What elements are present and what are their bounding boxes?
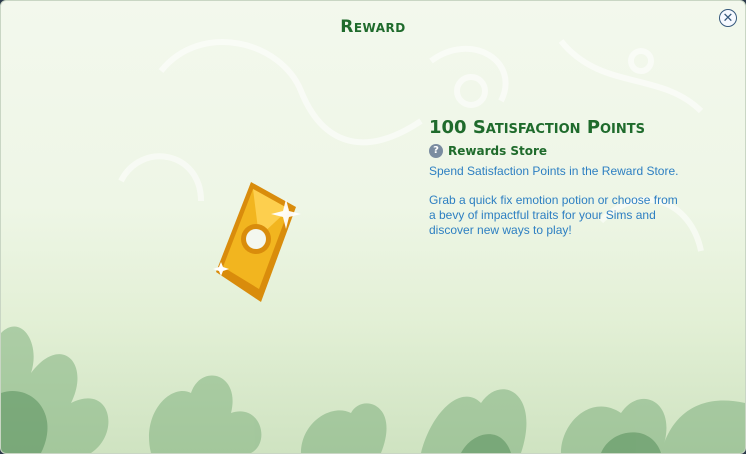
satisfaction-points-icon <box>213 182 301 302</box>
reward-description-2: Grab a quick fix emotion potion or choos… <box>429 193 678 237</box>
jungle-foliage <box>1 326 745 453</box>
reward-name: 100 Satisfaction Points <box>429 117 646 138</box>
reward-dialog: Reward ✕ 100 Satisfaction Points ? Rewar… <box>0 0 746 454</box>
help-icon[interactable]: ? <box>429 144 443 158</box>
reward-source-row: ? Rewards Store <box>429 144 679 158</box>
reward-source: Rewards Store <box>448 144 548 158</box>
close-icon[interactable]: ✕ <box>719 9 737 27</box>
reward-info: 100 Satisfaction Points ? Rewards Store … <box>429 117 679 252</box>
reward-description-1: Spend Satisfaction Points in the Reward … <box>429 164 679 178</box>
dialog-title: Reward <box>340 17 406 37</box>
